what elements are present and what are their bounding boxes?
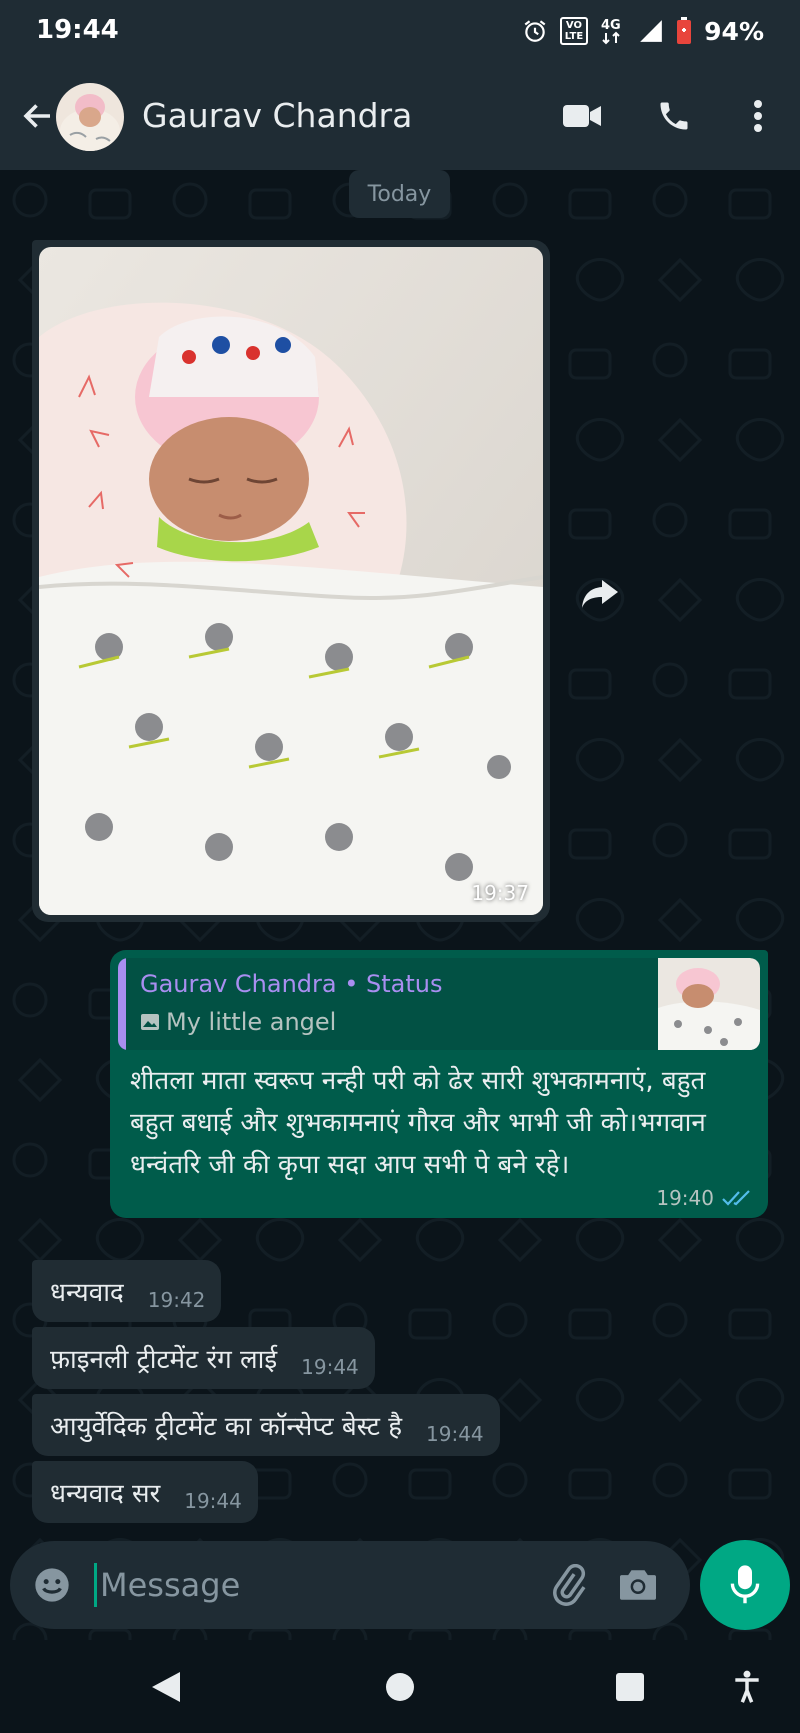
quote-thumbnail xyxy=(658,958,760,1050)
triangle-back-icon xyxy=(152,1672,180,1702)
photo-icon xyxy=(141,1014,159,1030)
message-time: 19:44 xyxy=(426,1422,484,1446)
message-time: 19:44 xyxy=(184,1489,242,1513)
quote-accent-bar xyxy=(118,958,126,1050)
system-nav-bar xyxy=(0,1640,800,1733)
menu-button[interactable] xyxy=(732,90,784,142)
avatar[interactable] xyxy=(56,83,124,151)
status-bar: 19:44 VO LTE 4G 94% xyxy=(0,0,800,62)
message-composer xyxy=(10,1541,690,1629)
microphone-icon xyxy=(730,1565,760,1604)
circle-home-icon xyxy=(386,1673,414,1701)
square-recents-icon xyxy=(616,1673,644,1701)
attach-button[interactable] xyxy=(544,1561,592,1609)
quoted-status[interactable]: Gaurav Chandra • Status My little angel xyxy=(118,958,760,1050)
video-call-button[interactable] xyxy=(556,90,608,142)
incoming-message[interactable]: धन्यवाद 19:42 xyxy=(32,1260,222,1322)
message-time: 19:42 xyxy=(147,1288,206,1312)
baby-photo[interactable]: 19:37 xyxy=(39,247,543,915)
alarm-icon xyxy=(522,18,548,44)
voice-call-button[interactable] xyxy=(648,90,700,142)
svg-text:4G: 4G xyxy=(601,18,621,33)
nav-home-button[interactable] xyxy=(375,1662,425,1712)
date-chip: Today xyxy=(349,170,450,218)
status-time: 19:44 xyxy=(36,15,119,45)
back-button[interactable] xyxy=(14,92,62,140)
incoming-message[interactable]: आयुर्वेदिक ट्रीटमेंट का कॉन्सेप्ट बेस्ट … xyxy=(32,1394,500,1456)
phone-icon xyxy=(660,102,688,130)
reply-meta: 19:40 xyxy=(656,1186,752,1210)
camera-button[interactable] xyxy=(614,1561,662,1609)
image-time: 19:37 xyxy=(471,881,529,905)
message-text: धन्यवाद सर xyxy=(50,1479,161,1509)
camera-icon xyxy=(620,1570,656,1600)
reply-text: शीतला माता स्वरूप नन्ही परी को ढेर सारी … xyxy=(130,1066,706,1180)
nav-back-button[interactable] xyxy=(141,1662,191,1712)
message-text: धन्यवाद xyxy=(50,1278,124,1308)
forward-button[interactable] xyxy=(572,566,628,622)
image-message[interactable]: 19:37 xyxy=(32,240,550,922)
chat-header: Gaurav Chandra xyxy=(0,70,800,162)
network-4g-icon: 4G xyxy=(600,16,626,46)
quote-title: Gaurav Chandra • Status xyxy=(140,970,443,998)
reply-time: 19:40 xyxy=(656,1186,714,1210)
emoji-icon xyxy=(35,1568,69,1602)
accessibility-icon xyxy=(735,1670,759,1703)
chat-area[interactable]: Today 19:37 Gaurav Chandra • Status My l… xyxy=(0,170,800,1640)
message-text: फ़ाइनली ट्रीटमेंट रंग लाई xyxy=(50,1345,278,1375)
quote-body: Gaurav Chandra • Status My little angel xyxy=(126,958,658,1050)
nav-recents-button[interactable] xyxy=(605,1662,655,1712)
battery-icon xyxy=(676,17,692,45)
contact-name[interactable]: Gaurav Chandra xyxy=(142,96,412,135)
forward-icon xyxy=(582,580,618,608)
incoming-message[interactable]: फ़ाइनली ट्रीटमेंट रंग लाई 19:44 xyxy=(32,1327,375,1389)
arrow-left-icon xyxy=(23,104,50,128)
double-check-icon xyxy=(722,1190,750,1206)
reply-message[interactable]: Gaurav Chandra • Status My little angel … xyxy=(110,950,768,1218)
paperclip-icon xyxy=(553,1564,586,1606)
video-camera-icon xyxy=(563,105,601,127)
quote-subtitle-row: My little angel xyxy=(140,1008,644,1036)
incoming-message[interactable]: धन्यवाद सर 19:44 xyxy=(32,1461,258,1523)
battery-percent: 94% xyxy=(704,16,764,46)
status-icons: VO LTE 4G 94% xyxy=(522,14,764,48)
message-text: आयुर्वेदिक ट्रीटमेंट का कॉन्सेप्ट बेस्ट … xyxy=(50,1412,402,1442)
more-vertical-icon xyxy=(754,100,762,132)
message-input[interactable] xyxy=(94,1559,534,1611)
volte-icon: VO LTE xyxy=(559,17,589,45)
message-time: 19:44 xyxy=(301,1355,359,1379)
quote-subtitle: My little angel xyxy=(166,1008,337,1036)
voice-record-button[interactable] xyxy=(700,1540,790,1630)
emoji-button[interactable] xyxy=(28,1561,76,1609)
accessibility-button[interactable] xyxy=(722,1662,772,1712)
signal-icon xyxy=(638,18,664,44)
